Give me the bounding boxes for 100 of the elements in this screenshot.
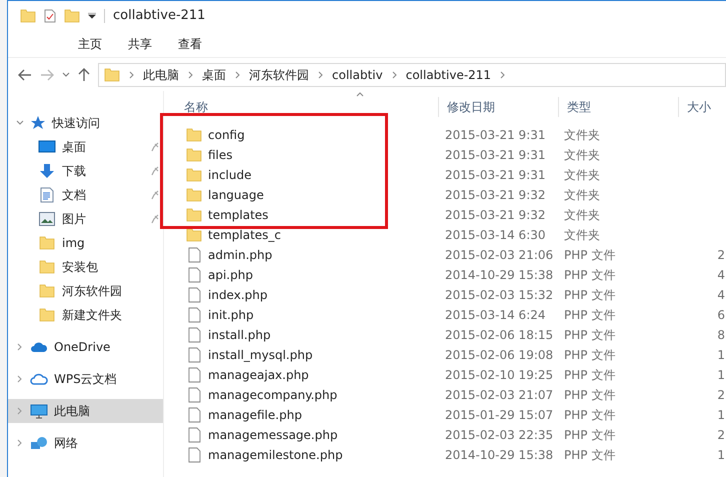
- breadcrumb-item[interactable]: 桌面: [202, 66, 226, 84]
- folder-icon: [186, 168, 202, 182]
- folder-icon: [39, 284, 55, 298]
- nav-item[interactable]: 此电脑: [8, 399, 163, 423]
- file-row[interactable]: templates_c 2015-03-14 6:30 文件夹: [164, 225, 726, 245]
- modified-date: 2014-10-29 15:38: [444, 267, 554, 284]
- file-icon: [188, 247, 200, 263]
- file-type: 文件夹: [563, 167, 601, 184]
- chevron-icon[interactable]: [16, 375, 24, 383]
- back-arrow-icon[interactable]: [18, 68, 32, 80]
- file-size: 1: [717, 347, 725, 364]
- file-row[interactable]: managefile.php 2015-01-29 15:07 PHP 文件 1: [164, 405, 726, 425]
- pin-icon[interactable]: [151, 142, 159, 152]
- modified-date: 2015-02-06 19:08: [444, 347, 554, 364]
- file-row[interactable]: include 2015-03-21 9:31 文件夹: [164, 165, 726, 185]
- file-icon: [188, 407, 200, 423]
- forward-arrow-icon[interactable]: [40, 68, 54, 80]
- nav-item[interactable]: 图片: [38, 210, 151, 228]
- modified-date: 2015-03-21 9:32: [444, 187, 546, 204]
- breadcrumb-chevron-icon[interactable]: [318, 70, 323, 78]
- folder-icon: [39, 308, 55, 322]
- breadcrumb-chevron-icon[interactable]: [235, 70, 240, 78]
- file-type: 文件夹: [563, 207, 601, 224]
- file-size: 8: [717, 327, 725, 344]
- file-row[interactable]: install.php 2015-02-06 18:15 PHP 文件 8: [164, 325, 726, 345]
- file-row[interactable]: templates 2015-03-21 9:32 文件夹: [164, 205, 726, 225]
- file-row[interactable]: admin.php 2015-02-03 21:06 PHP 文件 2: [164, 245, 726, 265]
- file-icon: [188, 387, 200, 403]
- file-type: 文件夹: [563, 147, 601, 164]
- column-header[interactable]: 名称: [164, 97, 438, 117]
- nav-item[interactable]: 安装包: [38, 258, 159, 276]
- file-name: install.php: [208, 327, 271, 344]
- modified-date: 2015-03-21 9:31: [444, 127, 546, 144]
- modified-date: 2015-03-21 9:32: [444, 207, 546, 224]
- nav-item[interactable]: 新建文件夹: [38, 306, 159, 324]
- chevron-icon[interactable]: [62, 72, 70, 78]
- breadcrumb-chevron-icon[interactable]: [392, 70, 397, 78]
- nav-item[interactable]: 桌面: [38, 138, 151, 156]
- breadcrumb-item[interactable]: 河东软件园: [249, 66, 309, 84]
- file-row[interactable]: files 2015-03-21 9:31 文件夹: [164, 145, 726, 165]
- file-size: 2: [717, 247, 725, 264]
- file-row[interactable]: install_mysql.php 2015-02-06 19:08 PHP 文件 1: [164, 345, 726, 365]
- file-icon: [188, 447, 200, 463]
- nav-item[interactable]: OneDrive: [8, 335, 163, 359]
- file-name: managemessage.php: [208, 427, 338, 444]
- modified-date: 2015-02-03 21:06: [444, 247, 554, 264]
- breadcrumb-item[interactable]: 此电脑: [143, 66, 179, 84]
- nav-item[interactable]: 河东软件园: [38, 282, 159, 300]
- pin-icon[interactable]: [151, 166, 159, 176]
- breadcrumb-item[interactable]: collabtive-211: [406, 66, 492, 84]
- file-row[interactable]: config 2015-03-21 9:31 文件夹: [164, 125, 726, 145]
- up-arrow-icon[interactable]: [78, 68, 90, 82]
- file-row[interactable]: managemessage.php 2015-02-03 22:35 PHP 文件 2: [164, 425, 726, 445]
- modified-date: 2014-10-29 15:38: [444, 447, 554, 464]
- breadcrumb-chevron-icon[interactable]: [500, 70, 506, 78]
- address-bar[interactable]: 此电脑 桌面 河东软件园 collabtiv collabtive-211: [98, 62, 726, 86]
- column-header[interactable]: 大小: [678, 97, 726, 117]
- image-icon: [39, 212, 55, 226]
- pin-icon[interactable]: [151, 190, 159, 200]
- nav-item[interactable]: 文档: [38, 186, 151, 204]
- nav-item[interactable]: 网络: [8, 431, 163, 455]
- dropdown-icon[interactable]: [88, 13, 96, 19]
- breadcrumb-chevron-icon[interactable]: [188, 70, 193, 78]
- breadcrumb-chevron-icon[interactable]: [129, 70, 134, 78]
- file-name: include: [208, 167, 252, 184]
- folder-icon: [186, 228, 202, 242]
- nav-item[interactable]: 快速访问: [8, 111, 163, 135]
- folder-icon: [104, 68, 120, 82]
- column-header[interactable]: 修改日期: [438, 97, 558, 117]
- file-type: PHP 文件: [563, 447, 616, 464]
- chevron-icon[interactable]: [16, 439, 24, 447]
- cloud-icon: [30, 341, 48, 353]
- file-row[interactable]: managemilestone.php 2014-10-29 15:38 PHP 文件 1: [164, 445, 726, 465]
- chevron-icon[interactable]: [16, 407, 24, 415]
- modified-date: 2015-02-06 18:15: [444, 327, 554, 344]
- nav-item[interactable]: img: [38, 234, 159, 252]
- modified-date: 2015-03-14 6:24: [444, 307, 546, 324]
- breadcrumb-item[interactable]: collabtiv: [332, 66, 383, 84]
- folder-icon: [186, 148, 202, 162]
- chevron-icon[interactable]: [16, 343, 24, 351]
- ribbon-tab[interactable]: 查看: [178, 35, 202, 53]
- file-row[interactable]: init.php 2015-03-14 6:24 PHP 文件 6: [164, 305, 726, 325]
- ribbon-tab[interactable]: 主页: [78, 35, 102, 53]
- cloud-icon: [30, 372, 48, 386]
- nav-item[interactable]: 下载: [38, 162, 151, 180]
- file-size: 6: [717, 307, 725, 324]
- file-row[interactable]: index.php 2015-02-03 15:32 PHP 文件 4: [164, 285, 726, 305]
- chevron-icon[interactable]: [16, 119, 24, 127]
- pin-icon[interactable]: [151, 214, 159, 224]
- nav-item[interactable]: WPS云文档: [8, 367, 163, 391]
- file-row[interactable]: managecompany.php 2015-02-03 21:07 PHP 文件 2: [164, 385, 726, 405]
- desktop-icon: [38, 140, 56, 154]
- column-header[interactable]: 类型: [558, 97, 678, 117]
- file-row[interactable]: manageajax.php 2015-02-10 19:25 PHP 文件 1: [164, 365, 726, 385]
- ribbon-tab[interactable]: 共享: [128, 35, 152, 53]
- file-type: PHP 文件: [563, 367, 616, 384]
- properties-icon[interactable]: [44, 9, 56, 23]
- modified-date: 2015-02-03 22:35: [444, 427, 554, 444]
- file-row[interactable]: language 2015-03-21 9:32 文件夹: [164, 185, 726, 205]
- file-row[interactable]: api.php 2014-10-29 15:38 PHP 文件 4: [164, 265, 726, 285]
